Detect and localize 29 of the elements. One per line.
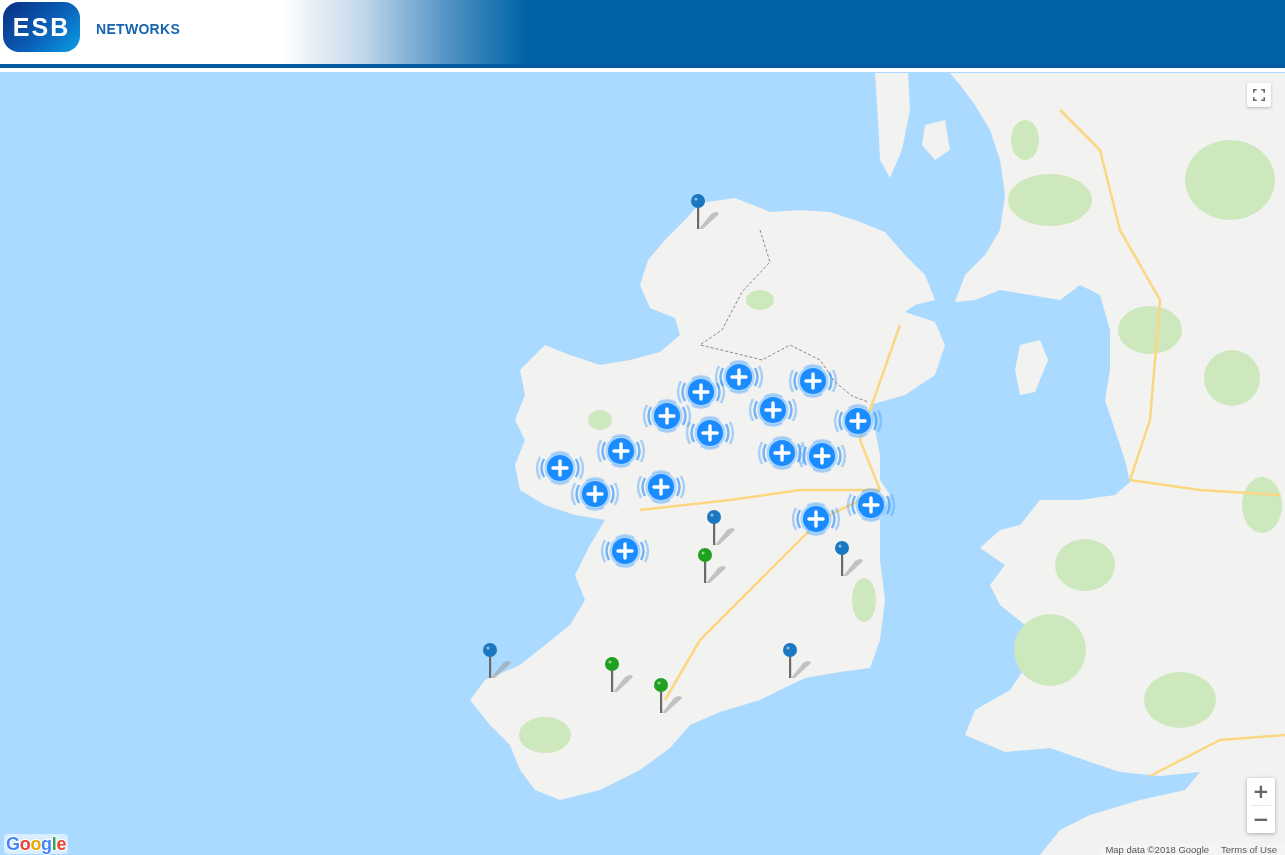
fullscreen-button[interactable]	[1247, 83, 1271, 107]
zoom-in-button[interactable]: +	[1247, 778, 1275, 805]
island	[1015, 340, 1048, 395]
map-pin-icon[interactable]	[605, 657, 635, 693]
esb-logo[interactable]: ESB	[3, 2, 80, 52]
park-area	[1011, 120, 1039, 160]
attribution-text: Map data ©2018 Google	[1105, 844, 1210, 855]
park-area	[1242, 477, 1282, 533]
map-pin-icon[interactable]	[654, 678, 684, 714]
map-pin-icon[interactable]	[835, 541, 865, 577]
brand-name: NETWORKS	[96, 21, 181, 37]
terms-link[interactable]: Terms of Use	[1221, 844, 1277, 855]
park-area	[519, 717, 571, 753]
map-pin-icon[interactable]	[483, 643, 513, 679]
park-area	[1144, 672, 1216, 728]
park-area	[588, 410, 612, 430]
park-area	[746, 290, 774, 310]
map-pin-icon[interactable]	[698, 548, 728, 584]
park-area	[1118, 306, 1182, 354]
map-pin-icon[interactable]	[707, 510, 737, 546]
map-pin-icon[interactable]	[783, 643, 813, 679]
fullscreen-icon	[1253, 89, 1265, 101]
map-pin-icon[interactable]	[691, 194, 721, 230]
google-logo: Google	[4, 834, 69, 854]
park-area	[1204, 350, 1260, 406]
park-area	[1014, 614, 1086, 686]
park-area	[852, 578, 876, 622]
park-area	[1055, 539, 1115, 591]
zoom-out-button[interactable]: −	[1247, 806, 1275, 833]
